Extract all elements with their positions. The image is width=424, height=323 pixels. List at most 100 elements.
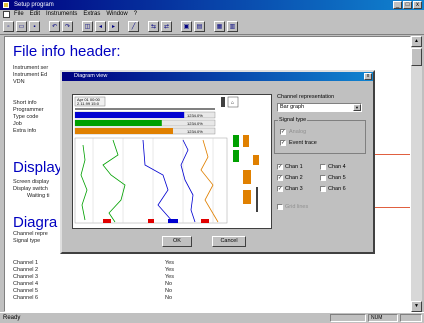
transfer-left-icon[interactable]: ◂ [95, 21, 106, 32]
redo-icon[interactable]: ↷ [62, 21, 73, 32]
document-icon[interactable] [3, 11, 10, 18]
diagram-row-value: No [165, 281, 173, 287]
menu-bar: File Edit Instruments Extras Window ? [0, 10, 424, 19]
analog-checkbox[interactable]: ✓ [280, 129, 286, 135]
diagram-row-label: Channel 5 [13, 288, 39, 294]
compare-icon[interactable]: ⇆ [148, 21, 159, 32]
heading-display: Display [13, 159, 63, 176]
undo-icon[interactable]: ↶ [49, 21, 60, 32]
maximize-button[interactable]: □ [403, 1, 412, 9]
divider-line [375, 207, 410, 208]
analog-label: Analog [289, 129, 307, 135]
info-label: Instrument ser [13, 65, 49, 71]
toolbar: ▫ ▭ ▪ ↶ ↷ ◫ ◂ ▸ ╱ ⇆ ⇄ ▣ ▤ ▦ ▥ [0, 19, 424, 35]
menu-edit[interactable]: Edit [30, 10, 40, 19]
window-icon[interactable]: ▦ [214, 21, 225, 32]
diagram-row-value: Yes [165, 274, 174, 280]
chan4-label: Chan 4 [328, 164, 346, 170]
close-button[interactable]: x [413, 1, 422, 9]
diagram-row-label: Channel repre [13, 231, 48, 237]
info-label: Short info [13, 100, 37, 106]
cancel-button[interactable]: Cancel [212, 236, 246, 247]
tile-icon[interactable]: ▥ [227, 21, 238, 32]
diagram-view-dialog: Diagram view x Apr 01 00:00 2.11.99 15:0… [60, 70, 375, 254]
connect-icon[interactable]: ◫ [82, 21, 93, 32]
heading-diagram: Diagra [13, 214, 58, 231]
diagram-row-label: Channel 4 [13, 281, 39, 287]
chan3-checkbox[interactable]: ✓ [277, 186, 283, 192]
menu-instruments[interactable]: Instruments [46, 10, 77, 19]
bar-value: 1234.0% [187, 129, 203, 134]
new-icon[interactable]: ▫ [3, 21, 14, 32]
signal-type-group [274, 120, 366, 154]
event-trace-label: Event trace [289, 140, 317, 146]
status-bar: Ready NUM [0, 312, 424, 322]
menu-help[interactable]: ? [134, 10, 137, 19]
diagram-row-label: Signal type [13, 238, 41, 244]
vertical-scrollbar[interactable]: ▲ ▼ [411, 36, 422, 312]
print-preview-icon[interactable]: ▣ [181, 21, 192, 32]
window-titlebar: Setup program _ □ x [0, 0, 424, 10]
display-label: Display switch [13, 186, 48, 192]
info-label: Type code [13, 114, 39, 120]
menu-file[interactable]: File [14, 10, 24, 19]
bar-value: 1234.0% [187, 121, 203, 126]
pen-icon[interactable]: ╱ [128, 21, 139, 32]
diagram-row-label: Channel 3 [13, 274, 39, 280]
event-trace-checkbox[interactable]: ✓ [280, 140, 286, 146]
chevron-down-icon[interactable]: ▼ [353, 104, 361, 111]
window-title: Setup program [14, 2, 54, 8]
status-pane [400, 314, 422, 322]
chan5-label: Chan 5 [328, 175, 346, 181]
preview-graphic: Apr 01 00:00 2.11.99 15:0 ⌂ 1234.0%1234.… [74, 96, 259, 224]
signal-group-label: Signal type [278, 117, 308, 123]
chan1-label: Chan 1 [285, 164, 303, 170]
dialog-titlebar: Diagram view x [62, 72, 373, 81]
print-icon[interactable]: ▤ [194, 21, 205, 32]
chan4-checkbox[interactable] [320, 164, 326, 170]
info-label: Instrument Ed [13, 72, 48, 78]
status-num: NUM [368, 314, 398, 322]
chan6-label: Chan 6 [328, 186, 346, 192]
diagram-preview: Apr 01 00:00 2.11.99 15:0 ⌂ 1234.0% 1234.… [72, 94, 272, 229]
open-icon[interactable]: ▭ [16, 21, 27, 32]
sync-icon[interactable]: ⇄ [161, 21, 172, 32]
grid-lines-checkbox[interactable] [277, 204, 283, 210]
heading-file-info: File info header: [13, 43, 121, 60]
info-label: Job [13, 121, 22, 127]
info-label: Programmer [13, 107, 44, 113]
menu-extras[interactable]: Extras [83, 10, 100, 19]
diagram-row-value: Yes [165, 267, 174, 273]
representation-label: Channel representation [277, 94, 335, 100]
grid-lines-label: Grid lines [285, 204, 309, 210]
scroll-down-icon[interactable]: ▼ [411, 301, 422, 312]
chan5-checkbox[interactable] [320, 175, 326, 181]
menu-window[interactable]: Window [106, 10, 127, 19]
chan2-label: Chan 2 [285, 175, 303, 181]
diagram-row-value: No [165, 288, 173, 294]
ok-button[interactable]: OK [162, 236, 192, 247]
dialog-title: Diagram view [74, 73, 108, 79]
save-icon[interactable]: ▪ [29, 21, 40, 32]
chan2-checkbox[interactable]: ✓ [277, 175, 283, 181]
bar-fill [75, 128, 173, 134]
diagram-row-label: Channel 1 [13, 260, 39, 266]
transfer-right-icon[interactable]: ▸ [108, 21, 119, 32]
bar-fill [75, 120, 162, 126]
dialog-close-button[interactable]: x [364, 73, 372, 80]
minimize-button[interactable]: _ [393, 1, 402, 9]
diagram-row-label: Channel 2 [13, 267, 39, 273]
chan6-checkbox[interactable] [320, 186, 326, 192]
bar-value: 1234.0% [187, 113, 203, 118]
scroll-thumb[interactable] [411, 48, 422, 66]
status-pane [330, 314, 366, 322]
chan1-checkbox[interactable]: ✓ [277, 164, 283, 170]
diagram-row-value: No [165, 295, 173, 301]
bar-fill [75, 112, 185, 118]
status-text: Ready [3, 315, 21, 321]
scroll-up-icon[interactable]: ▲ [411, 36, 422, 47]
app-icon [3, 2, 9, 8]
divider-line [375, 154, 410, 155]
representation-select[interactable]: Bar graph ▼ [277, 103, 362, 112]
info-label: Extra info [13, 128, 37, 134]
